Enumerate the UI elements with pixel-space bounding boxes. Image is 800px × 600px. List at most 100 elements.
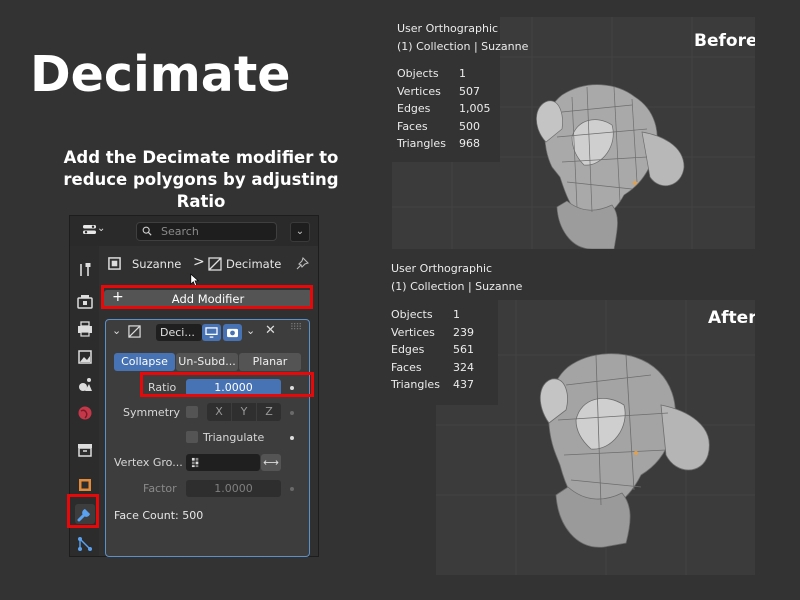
world-icon	[78, 406, 92, 420]
triangulate-checkbox[interactable]	[186, 431, 198, 443]
suzanne-before-mesh	[536, 84, 685, 249]
chevron-down-icon: ⌄	[97, 223, 106, 234]
stat-value: 1	[453, 308, 460, 321]
vertex-group-label: Vertex Gro...	[114, 456, 183, 469]
breadcrumb: Suzanne > Decimate	[108, 254, 318, 274]
mode-unsubdivide[interactable]: Un-Subd...	[176, 353, 238, 371]
viewport-collection-name: (1) Collection | Suzanne	[397, 40, 529, 53]
decimate-modifier-panel: ⌄ Deci... ⌄ ✕ ⠿⠿ Collapse Un-Subd... Pla…	[105, 319, 310, 557]
breadcrumb-modifier: Decimate	[226, 257, 282, 271]
vertex-group-field[interactable]	[186, 454, 260, 471]
keyframe-dot[interactable]	[290, 436, 294, 440]
viewport-view-name: User Orthographic	[397, 22, 499, 35]
mode-collapse[interactable]: Collapse	[114, 353, 175, 371]
particles-icon	[78, 537, 92, 551]
highlight-add-modifier	[101, 285, 313, 309]
instruction-text: Add the Decimate modifier to reduce poly…	[63, 148, 339, 211]
stat-value: 1,005	[459, 102, 491, 115]
stat-value: 500	[459, 119, 480, 133]
stat-value: 239	[453, 325, 474, 339]
page-title: Decimate	[30, 46, 291, 103]
drag-handle-icon[interactable]: ⠿⠿	[290, 323, 302, 333]
printer-icon	[78, 321, 92, 337]
stat-label: Triangles	[397, 137, 446, 150]
close-icon[interactable]: ✕	[265, 323, 276, 338]
stat-value: 968	[459, 137, 480, 150]
editor-type-icon	[83, 225, 96, 234]
render-icon	[77, 295, 93, 309]
symmetry-label: Symmetry	[123, 406, 181, 419]
factor-field[interactable]: 1.0000	[186, 480, 281, 497]
image-icon	[78, 350, 92, 364]
factor-label: Factor	[143, 482, 177, 495]
scene-icon	[79, 378, 92, 391]
viewport-after[interactable]: User Orthographic (1) Collection | Suzan…	[386, 255, 755, 575]
symmetry-checkbox[interactable]	[186, 406, 198, 418]
tab-output[interactable]	[75, 319, 95, 339]
stat-label: Triangles	[391, 378, 440, 391]
before-label: Before	[694, 31, 755, 51]
face-count: Face Count: 500	[114, 509, 204, 522]
axis-y[interactable]: Y	[232, 403, 256, 421]
breadcrumb-separator: >	[193, 254, 205, 270]
tab-object[interactable]	[75, 475, 95, 495]
chevron-down-icon[interactable]: ⌄	[246, 324, 255, 337]
viewport-grid	[386, 255, 755, 575]
chevron-down-icon: ⌄	[295, 226, 305, 237]
axis-x[interactable]: X	[207, 403, 231, 421]
tab-scene[interactable]	[75, 375, 95, 395]
stat-label: Vertices	[397, 84, 441, 98]
options-dropdown[interactable]: ⌄	[290, 222, 310, 242]
viewport-before[interactable]: User Orthographic (1) Collection | Suzan…	[392, 17, 755, 249]
highlight-modifier-tab	[67, 494, 99, 528]
decimate-icon	[208, 257, 222, 271]
stat-value: 561	[453, 343, 474, 356]
pin-icon[interactable]	[295, 257, 309, 271]
stat-label: Objects	[397, 67, 439, 80]
stat-label: Faces	[397, 119, 428, 133]
camera-icon	[227, 328, 238, 338]
tab-particles[interactable]	[75, 534, 95, 554]
search-input[interactable]: Search	[136, 222, 277, 241]
tab-render[interactable]	[75, 292, 95, 312]
show-in-viewport-toggle[interactable]	[202, 324, 221, 341]
axis-z[interactable]: Z	[257, 403, 281, 421]
viewport-view-name: User Orthographic	[391, 262, 493, 275]
keyframe-dot[interactable]	[290, 487, 294, 491]
tool-icon	[80, 263, 91, 276]
tab-view-layer[interactable]	[75, 347, 95, 367]
decimate-icon	[128, 325, 141, 338]
stat-value: 324	[453, 360, 474, 374]
modifier-name-field[interactable]: Deci...	[156, 324, 202, 341]
editor-type-button[interactable]: ⌄	[80, 222, 106, 238]
stat-value: 437	[453, 378, 474, 391]
search-placeholder: Search	[161, 225, 199, 238]
after-label: After	[708, 308, 755, 328]
archive-icon	[78, 444, 92, 457]
keyframe-dot[interactable]	[290, 411, 294, 415]
modifier-header: ⌄ Deci... ⌄ ✕ ⠿⠿	[106, 320, 309, 344]
invert-vertex-group-button[interactable]: ⟷	[261, 454, 281, 471]
panel-header: ⌄ Search ⌄	[70, 216, 318, 246]
swap-arrows-icon: ⟷	[263, 456, 279, 469]
triangulate-label: Triangulate	[203, 431, 265, 444]
show-in-render-toggle[interactable]	[223, 324, 242, 341]
chevron-down-icon[interactable]: ⌄	[112, 324, 121, 337]
tab-tool[interactable]	[75, 260, 95, 280]
tab-world[interactable]	[75, 403, 95, 423]
mode-planar[interactable]: Planar	[239, 353, 301, 371]
monitor-icon	[205, 327, 218, 338]
stat-label: Faces	[391, 360, 422, 374]
stat-label: Objects	[391, 308, 433, 321]
object-data-icon	[108, 257, 121, 270]
stat-label: Edges	[391, 343, 425, 356]
stat-label: Edges	[397, 102, 431, 115]
object-icon	[79, 479, 91, 491]
stat-value: 507	[459, 84, 480, 98]
stat-value: 1	[459, 67, 466, 80]
vertex-group-icon	[191, 457, 199, 468]
stat-label: Vertices	[391, 325, 435, 339]
highlight-ratio	[140, 372, 314, 397]
tab-collection[interactable]	[75, 440, 95, 460]
viewport-collection-name: (1) Collection | Suzanne	[391, 280, 523, 293]
